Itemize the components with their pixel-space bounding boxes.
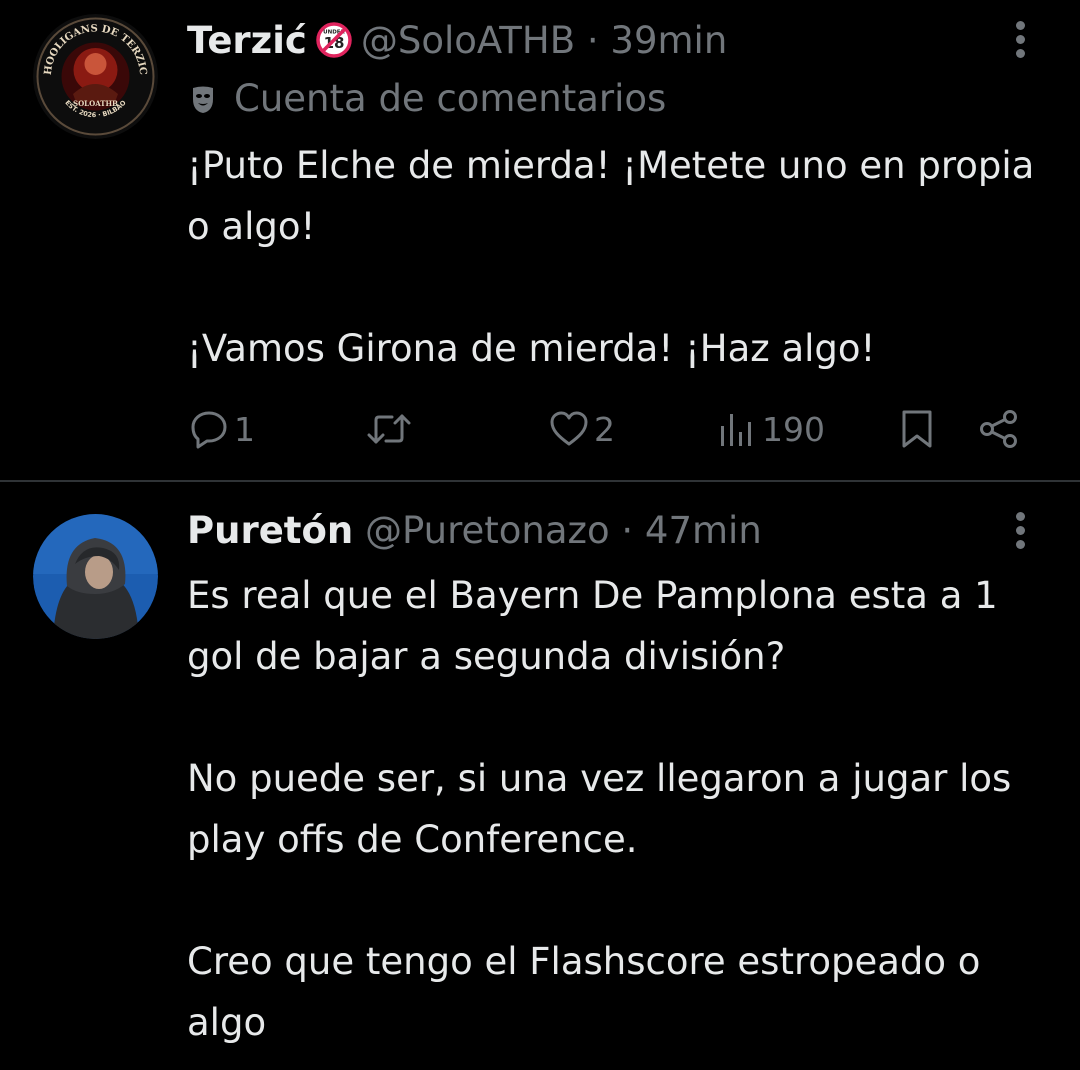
bookmark-icon	[902, 410, 932, 448]
tweet-paragraph: ¡Vamos Girona de mierda! ¡Haz algo!	[187, 327, 876, 370]
more-vertical-icon[interactable]	[1008, 21, 1032, 65]
theater-mask-icon	[190, 80, 216, 126]
timestamp[interactable]: 47min	[645, 509, 762, 552]
avatar-text-mid: SOLOATHB	[73, 99, 118, 108]
handle[interactable]: @Puretonazo	[365, 509, 610, 552]
avatar[interactable]	[33, 514, 158, 639]
tweet-actions: 1 2 190	[0, 401, 1080, 457]
separator: ·	[586, 19, 599, 62]
tweet-paragraph: ¡Puto Elche de mierda! ¡Metete uno en pr…	[187, 144, 1035, 248]
share-icon	[980, 410, 1017, 448]
heart-icon	[550, 411, 588, 446]
bookmark-button[interactable]	[897, 401, 937, 457]
share-button[interactable]	[976, 401, 1022, 457]
tweet-paragraph: Creo que tengo el Flashscore estropeado …	[187, 940, 981, 1044]
tweet-header: Terzić UNDER 18 @SoloATHB · 39min	[187, 18, 727, 70]
display-name[interactable]: Puretón	[187, 509, 353, 552]
tweet[interactable]: HOOLIGANS DE TERZIC SOLOATHB EST. 2026 ·…	[0, 0, 1080, 480]
view-count: 190	[762, 409, 825, 449]
like-button[interactable]: 2	[548, 401, 615, 457]
views-icon	[721, 414, 751, 446]
reply-icon	[191, 411, 227, 449]
more-vertical-icon[interactable]	[1008, 512, 1032, 556]
tweet[interactable]: Puretón @Puretonazo · 47min Es real que …	[0, 482, 1080, 1070]
retweet-icon	[367, 414, 411, 444]
like-count: 2	[594, 409, 615, 449]
separator: ·	[621, 509, 634, 552]
reply-button[interactable]: 1	[188, 401, 255, 457]
views-button[interactable]: 190	[718, 401, 825, 457]
tweet-paragraph: Es real que el Bayern De Pamplona esta a…	[187, 574, 998, 678]
tweet-text: ¡Puto Elche de mierda! ¡Metete uno en pr…	[187, 135, 1057, 379]
parody-label-text: Cuenta de comentarios	[234, 77, 667, 120]
avatar[interactable]: HOOLIGANS DE TERZIC SOLOATHB EST. 2026 ·…	[33, 14, 158, 139]
tweet-text: Es real que el Bayern De Pamplona esta a…	[187, 565, 1057, 1053]
parody-label: Cuenta de comentarios	[190, 76, 666, 126]
handle[interactable]: @SoloATHB	[361, 19, 575, 62]
tweet-paragraph: No puede ser, si una vez llegaron a juga…	[187, 757, 1012, 861]
retweet-button[interactable]	[366, 401, 412, 457]
timestamp[interactable]: 39min	[610, 19, 727, 62]
display-name[interactable]: Terzić	[187, 19, 307, 62]
tweet-header: Puretón @Puretonazo · 47min	[187, 508, 762, 554]
reply-count: 1	[234, 409, 255, 449]
under-18-icon: UNDER 18	[315, 21, 353, 70]
